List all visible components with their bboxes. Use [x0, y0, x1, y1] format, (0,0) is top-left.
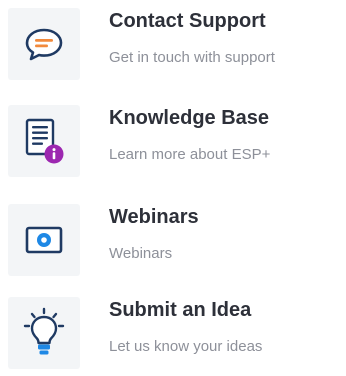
menu-item-knowledge-base[interactable]: Knowledge Base Learn more about ESP+ — [0, 97, 346, 177]
menu-item-title: Contact Support — [109, 10, 266, 32]
menu-item-submit-idea[interactable]: Submit an Idea Let us know your ideas — [0, 289, 346, 369]
chat-bubble-icon — [8, 8, 80, 80]
menu-item-contact-support[interactable]: Contact Support Get in touch with suppor… — [0, 0, 346, 80]
help-menu: Contact Support Get in touch with suppor… — [0, 0, 346, 376]
menu-item-title: Submit an Idea — [109, 299, 252, 321]
document-info-icon — [8, 105, 80, 177]
menu-item-subtitle: Webinars — [109, 245, 173, 262]
menu-item-title: Knowledge Base — [109, 107, 270, 129]
lightbulb-icon — [8, 297, 80, 369]
menu-item-subtitle: Learn more about ESP+ — [109, 146, 271, 163]
menu-item-subtitle: Get in touch with support — [109, 49, 275, 66]
menu-item-subtitle: Let us know your ideas — [109, 338, 263, 355]
menu-item-title: Webinars — [109, 206, 199, 228]
menu-item-webinars[interactable]: Webinars Webinars — [0, 196, 346, 276]
video-screen-icon — [8, 204, 80, 276]
